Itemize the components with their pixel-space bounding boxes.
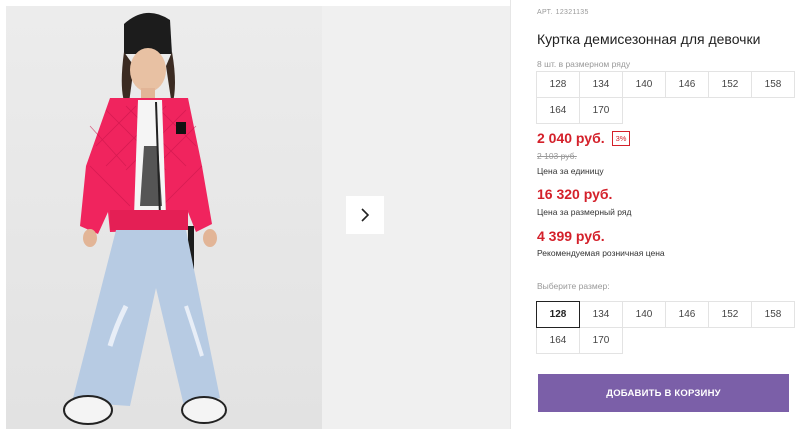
- size-option[interactable]: 158: [751, 301, 795, 328]
- size-row-cell: 140: [622, 71, 666, 98]
- row-price-caption: Цена за размерный ряд: [537, 207, 632, 217]
- size-option[interactable]: 146: [665, 301, 709, 328]
- size-row-label: 8 шт. в размерном ряду: [537, 59, 631, 69]
- product-title: Куртка демисезонная для девочки: [537, 31, 761, 47]
- size-option[interactable]: 134: [579, 301, 623, 328]
- size-row-cell: 128: [536, 71, 580, 98]
- retail-price: 4 399 руб.: [537, 228, 605, 244]
- size-row-cell: 152: [708, 71, 752, 98]
- size-option[interactable]: 140: [622, 301, 666, 328]
- row-price: 16 320 руб.: [537, 186, 613, 202]
- size-row-grid: 128 134 140 146 152 158 164 170: [536, 71, 795, 124]
- article-label: АРТ.: [537, 9, 553, 16]
- size-row-cell: 158: [751, 71, 795, 98]
- product-article: АРТ. 12321135: [537, 9, 589, 16]
- gallery-divider: [510, 0, 511, 429]
- size-row-cell: 170: [579, 97, 623, 124]
- unit-price: 2 040 руб.: [537, 130, 605, 146]
- size-option[interactable]: 164: [536, 327, 580, 354]
- product-main-photo[interactable]: [6, 6, 322, 429]
- size-row-cell: 146: [665, 71, 709, 98]
- unit-price-row: 2 040 руб. 3%: [537, 130, 631, 146]
- product-photo-image: [6, 6, 322, 429]
- article-value: 12321135: [555, 9, 589, 16]
- add-to-cart-button[interactable]: ДОБАВИТЬ В КОРЗИНУ: [538, 374, 789, 412]
- choose-size-label: Выберите размер:: [537, 281, 610, 291]
- size-select-grid: 128 134 140 146 152 158 164 170: [536, 301, 795, 354]
- unit-price-caption: Цена за единицу: [537, 166, 604, 176]
- size-row-cell: 134: [579, 71, 623, 98]
- product-gallery: [0, 0, 510, 429]
- discount-badge: 3%: [611, 130, 631, 146]
- chevron-right-icon: [361, 208, 370, 222]
- size-option[interactable]: 170: [579, 327, 623, 354]
- size-option-selected[interactable]: 128: [536, 301, 580, 328]
- gallery-next-button[interactable]: [346, 196, 384, 234]
- retail-price-caption: Рекомендуемая розничная цена: [537, 248, 665, 258]
- size-row-cell: 164: [536, 97, 580, 124]
- size-option[interactable]: 152: [708, 301, 752, 328]
- old-price: 2 103 руб.: [537, 151, 577, 161]
